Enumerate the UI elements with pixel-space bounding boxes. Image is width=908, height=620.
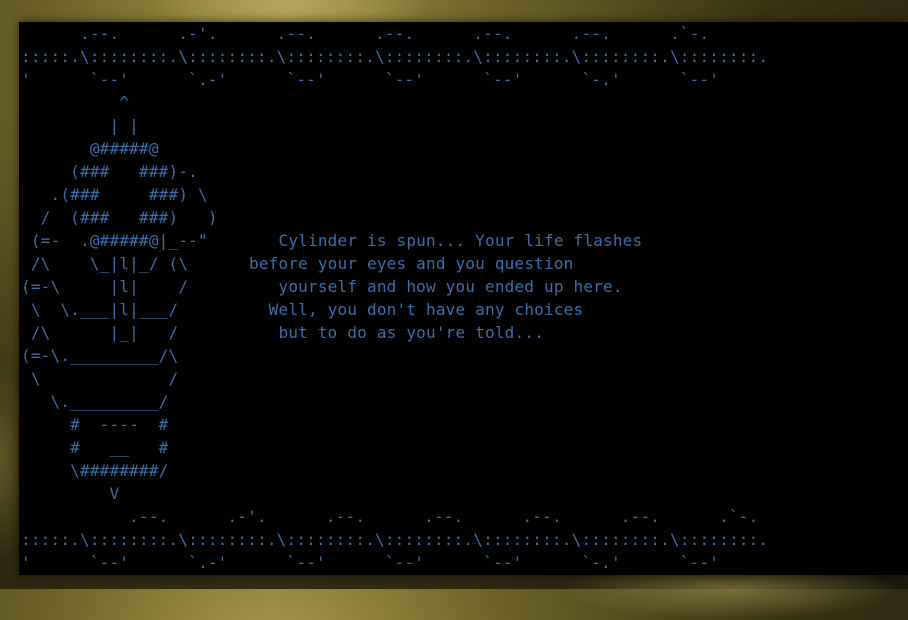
story-message: Cylinder is spun... Your life flashes be… [249,231,643,342]
ascii-border-bottom: .--. .-'. .--. .--. .--. .--. .`-. :::::… [21,507,769,572]
ascii-border-top: .--. .-'. .--. .--. .--. .--. .`-. :::::… [21,24,769,89]
ascii-lamp-art: ^ | | @#####@ (### ###)-. .(### ###) \ /… [21,93,218,503]
terminal-window: .--. .-'. .--. .--. .--. .--. .`-. :::::… [19,22,908,575]
